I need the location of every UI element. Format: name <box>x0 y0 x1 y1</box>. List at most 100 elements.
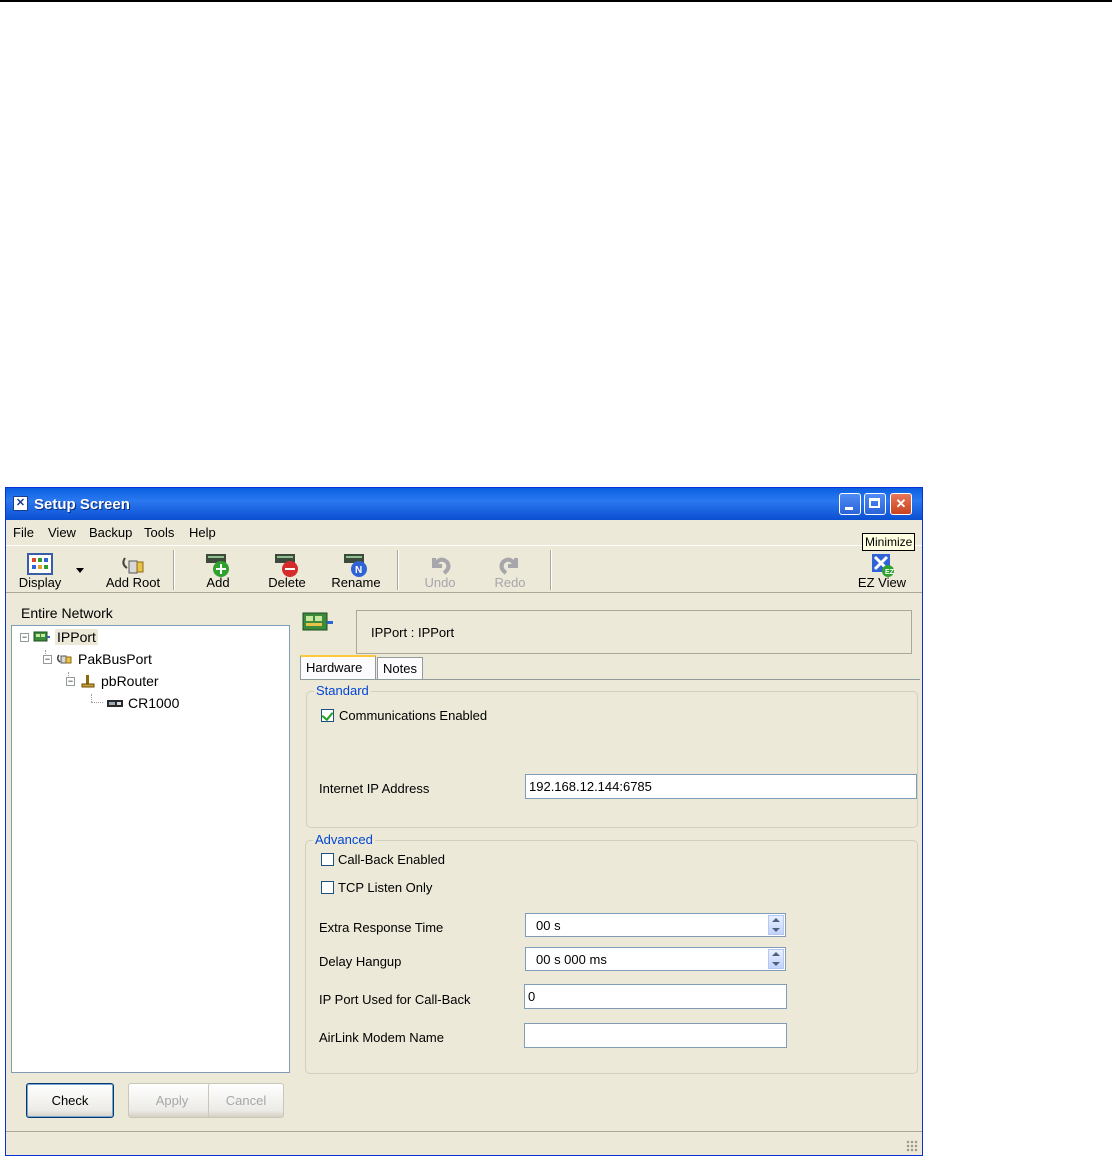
network-header: Entire Network <box>21 605 113 621</box>
toolbar: Display Add Root Add Delete N Rename Und… <box>6 545 922 593</box>
settings-pane: IPPort : IPPort Hardware Notes Standard … <box>296 605 921 1129</box>
status-bar <box>6 1131 922 1155</box>
tree-connector <box>91 694 92 702</box>
standard-group-title: Standard <box>314 683 371 698</box>
menu-backup[interactable]: Backup <box>89 525 132 540</box>
window-title: Setup Screen <box>34 496 130 513</box>
collapse-icon[interactable]: − <box>20 632 29 642</box>
toolbar-separator <box>397 550 399 590</box>
spin-down-icon[interactable] <box>772 962 780 966</box>
display-button[interactable]: Display <box>10 548 70 592</box>
rename-label: Rename <box>331 575 381 590</box>
toolbar-separator <box>550 550 552 590</box>
display-label: Display <box>18 575 62 590</box>
communications-enabled-checkbox[interactable] <box>321 708 334 722</box>
tree-connector <box>91 702 103 703</box>
minimize-tooltip: Minimize <box>862 533 916 551</box>
menu-file[interactable]: File <box>13 525 34 540</box>
pbrouter-icon <box>81 675 95 688</box>
airlink-modem-name-label: AirLink Modem Name <box>319 1030 444 1045</box>
tree-item-cr1000[interactable]: CR1000 <box>106 694 179 712</box>
ip-port-callback-input[interactable] <box>524 984 787 1009</box>
tcp-listen-only-checkbox[interactable] <box>321 881 334 894</box>
minimize-button[interactable] <box>839 493 861 515</box>
extra-response-time-value: 00 s <box>536 918 561 933</box>
spin-up-icon[interactable] <box>772 952 780 956</box>
maximize-button[interactable] <box>864 493 886 515</box>
add-button[interactable]: Add <box>188 548 248 592</box>
cr1000-icon <box>107 700 123 707</box>
tree-label-pbrouter: pbRouter <box>101 673 159 689</box>
close-icon: ✕ <box>895 496 907 511</box>
extra-response-time-spinner[interactable]: 00 s <box>525 913 786 937</box>
call-back-enabled-checkbox[interactable] <box>321 853 334 866</box>
toolbar-separator <box>173 550 175 590</box>
collapse-icon[interactable]: − <box>43 654 52 664</box>
device-header-box: IPPort : IPPort <box>356 610 912 654</box>
ez-view-label: EZ View <box>857 575 907 590</box>
cancel-button[interactable]: Cancel <box>208 1083 284 1118</box>
undo-button[interactable]: Undo <box>410 548 470 592</box>
display-dropdown-arrow-icon[interactable] <box>76 568 84 573</box>
menu-bar: File View Backup Tools Help <box>6 521 922 543</box>
extra-response-time-label: Extra Response Time <box>319 920 444 935</box>
page-top-rule <box>0 0 1112 2</box>
call-back-enabled-label: Call-Back Enabled <box>338 852 445 867</box>
delay-hangup-label: Delay Hangup <box>319 954 402 969</box>
menu-help[interactable]: Help <box>189 525 216 540</box>
title-bar[interactable]: ✕ Setup Screen ✕ <box>6 488 922 520</box>
add-label: Add <box>206 575 230 590</box>
tab-notes[interactable]: Notes <box>377 657 423 679</box>
spinner-buttons[interactable] <box>768 949 784 969</box>
spin-up-icon[interactable] <box>772 918 780 922</box>
tree-label-ipport: IPPort <box>55 629 98 645</box>
pane-button-bar: Check Apply Cancel <box>11 1077 290 1129</box>
collapse-icon[interactable]: − <box>66 676 75 686</box>
ez-view-button[interactable]: EZ EZ View <box>852 548 912 592</box>
tcp-listen-only-label: TCP Listen Only <box>338 880 433 895</box>
rename-button[interactable]: N Rename <box>326 548 386 592</box>
check-button[interactable]: Check <box>26 1083 114 1118</box>
tab-hardware[interactable]: Hardware <box>300 655 376 680</box>
maximize-icon <box>869 498 880 508</box>
app-icon: ✕ <box>13 496 28 511</box>
communications-enabled-label: Communications Enabled <box>339 708 488 723</box>
resize-grip-icon[interactable] <box>906 1140 918 1152</box>
tree-label-cr1000: CR1000 <box>128 695 180 711</box>
delay-hangup-value: 00 s 000 ms <box>536 952 607 967</box>
tree-item-ipport[interactable]: − IPPort <box>20 628 98 646</box>
advanced-group-title: Advanced <box>313 832 375 847</box>
tree-item-pbrouter[interactable]: − pbRouter <box>66 672 159 690</box>
network-pane: Entire Network − IPPort − PakBusPort − p… <box>9 605 290 1129</box>
spinner-buttons[interactable] <box>768 915 784 935</box>
menu-tools[interactable]: Tools <box>144 525 174 540</box>
ip-address-input[interactable] <box>525 774 917 799</box>
close-button[interactable]: ✕ <box>890 493 912 515</box>
tree-item-pakbusport[interactable]: − PakBusPort <box>43 650 152 668</box>
device-header: IPPort : IPPort <box>296 607 914 654</box>
airlink-modem-name-input[interactable] <box>524 1023 787 1048</box>
ip-address-label: Internet IP Address <box>319 781 430 796</box>
delete-label: Delete <box>268 575 306 590</box>
delete-button[interactable]: Delete <box>257 548 317 592</box>
apply-button[interactable]: Apply <box>128 1083 216 1118</box>
minimize-icon <box>845 507 853 510</box>
add-root-button[interactable]: Add Root <box>102 548 164 592</box>
redo-label: Redo <box>494 575 526 590</box>
device-title: IPPort : IPPort <box>371 625 455 640</box>
pakbusport-icon <box>56 654 72 664</box>
network-tree[interactable]: − IPPort − PakBusPort − pbRouter CR1000 <box>11 625 290 1073</box>
add-root-label: Add Root <box>105 575 161 590</box>
menu-view[interactable]: View <box>48 525 76 540</box>
setup-window: ✕ Setup Screen ✕ File View Backup Tools … <box>5 487 923 1156</box>
tree-label-pakbusport: PakBusPort <box>78 651 152 667</box>
ipport-icon <box>302 612 333 631</box>
checkmark-icon <box>321 708 334 722</box>
redo-button[interactable]: Redo <box>480 548 540 592</box>
ipport-icon <box>33 631 50 642</box>
delay-hangup-spinner[interactable]: 00 s 000 ms <box>525 947 786 971</box>
hardware-tab-body: Standard Communications Enabled Internet… <box>300 679 920 1130</box>
ip-port-callback-label: IP Port Used for Call-Back <box>319 992 471 1007</box>
advanced-group: Advanced Call-Back Enabled TCP Listen On… <box>305 832 918 1074</box>
spin-down-icon[interactable] <box>772 928 780 932</box>
